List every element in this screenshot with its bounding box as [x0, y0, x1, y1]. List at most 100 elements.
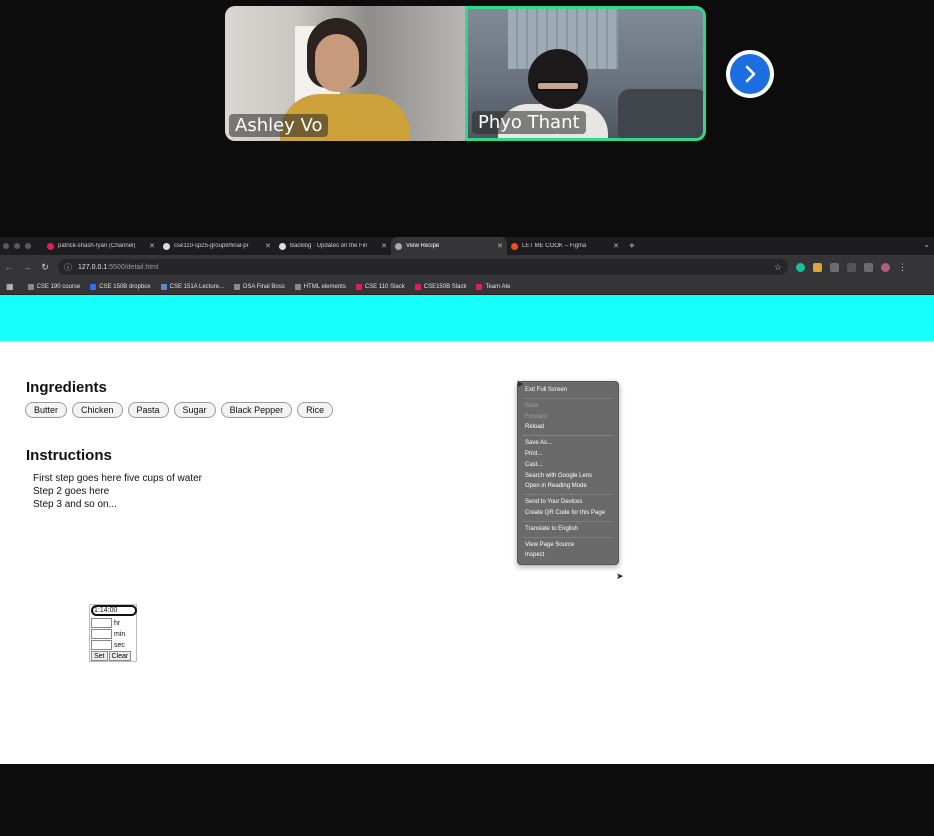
participant-tile-phyo[interactable]: Phyo Thant: [465, 6, 706, 141]
timer-hr-row: hr: [91, 618, 120, 628]
site-info-icon[interactable]: ⓘ: [64, 262, 72, 273]
set-timer-button[interactable]: Set: [91, 651, 108, 661]
menu-search-google-lens[interactable]: Search with Google Lens: [518, 471, 618, 482]
video-couch: [618, 89, 703, 138]
bookmark-item[interactable]: DSA Final Boss: [230, 283, 289, 290]
close-window-dot[interactable]: [3, 243, 9, 249]
ingredient-list: Butter Chicken Pasta Sugar Black Pepper …: [25, 402, 334, 418]
bookmark-item[interactable]: CSE 150B dropbox: [86, 283, 154, 290]
tab-figma[interactable]: LET ME COOK – Figma ✕: [507, 237, 623, 255]
ingredient-chip[interactable]: Sugar: [173, 402, 216, 418]
clear-timer-button[interactable]: Clear: [108, 651, 132, 661]
instructions-heading: Instructions: [26, 447, 112, 464]
bookmark-label: CSE 151A Lecture...: [169, 283, 225, 290]
new-tab-button[interactable]: +: [629, 241, 635, 252]
window-controls: [3, 243, 31, 249]
bookmark-item[interactable]: HTML elements: [291, 283, 350, 290]
bookmark-item[interactable]: Team Ate: [472, 283, 514, 290]
cooking-timer: 1:14:00 hr min sec Set Clear: [89, 604, 137, 662]
ingredient-chip[interactable]: Butter: [25, 402, 68, 418]
back-icon[interactable]: ←: [0, 262, 18, 272]
menu-exit-full-screen[interactable]: Exit Full Screen: [518, 385, 618, 396]
more-menu-icon[interactable]: ⋮: [898, 262, 907, 273]
extension-icons: ⋮: [796, 262, 907, 273]
instruction-steps: First step goes here five cups of water …: [33, 472, 202, 511]
bookmark-item[interactable]: CSE 151A Lecture...: [157, 283, 228, 290]
tab-label: LET ME COOK – Figma: [522, 243, 587, 249]
reload-icon[interactable]: ↻: [36, 262, 54, 273]
menu-reload[interactable]: Reload: [518, 422, 618, 433]
menu-separator: [523, 397, 613, 399]
bookmark-label: CSE 150B dropbox: [99, 283, 151, 290]
tab-label: View Recipe: [406, 243, 440, 249]
bookmark-item[interactable]: CSE150B Slack: [411, 283, 471, 290]
close-tab-icon[interactable]: ✕: [149, 242, 155, 250]
code-icon[interactable]: [847, 262, 856, 272]
tab-search-icon[interactable]: ⌄: [923, 240, 930, 249]
print-icon[interactable]: [864, 262, 873, 272]
ingredient-chip[interactable]: Black Pepper: [220, 402, 293, 418]
ingredient-chip[interactable]: Pasta: [127, 402, 169, 418]
menu-reading-mode[interactable]: Open in Reading Mode: [518, 481, 618, 492]
zoom-window-dot[interactable]: [25, 243, 31, 249]
bookmark-item[interactable]: CSE 110 Slack: [352, 283, 409, 290]
menu-send-to-devices[interactable]: Send to Your Devices: [518, 497, 618, 508]
bookmark-label: CSE150B Slack: [423, 283, 467, 290]
instruction-step: Step 3 and so on...: [33, 499, 117, 510]
chevron-right-icon: [745, 65, 756, 83]
close-tab-icon[interactable]: ✕: [265, 242, 271, 250]
slack-icon: [414, 283, 421, 290]
url-path: :5500/detail.html: [107, 263, 159, 271]
timer-display: 1:14:00: [91, 605, 137, 616]
bookmark-label: CSE 110 Slack: [364, 283, 405, 290]
toolbar: ← → ↻ ⓘ 127.0.0.1:5500/detail.html ☆ ⋮: [0, 255, 934, 279]
close-tab-icon[interactable]: ✕: [613, 242, 619, 250]
bookmark-icon: [160, 283, 167, 290]
minutes-input[interactable]: [91, 629, 112, 639]
url-text: 127.0.0.1:5500/detail.html: [78, 264, 159, 271]
github-icon: [163, 242, 170, 250]
apps-grid-icon[interactable]: ▦: [6, 282, 14, 291]
tab-github-repo[interactable]: cse110-sp25-group8/final-pr ✕: [159, 237, 275, 255]
menu-separator: [523, 435, 613, 437]
github-icon: [279, 242, 286, 250]
ingredients-heading: Ingredients: [26, 379, 107, 396]
bookmark-label: CSE 190 course: [36, 283, 81, 290]
next-participants-button[interactable]: [726, 50, 774, 98]
profile-avatar-icon[interactable]: [881, 262, 890, 272]
tab-view-recipe[interactable]: View Recipe ✕: [391, 237, 507, 255]
grammarly-icon[interactable]: [796, 262, 805, 272]
menu-translate[interactable]: Translate to English: [518, 524, 618, 535]
forward-icon[interactable]: →: [18, 262, 36, 272]
bookmark-item[interactable]: CSE 190 course: [24, 283, 85, 290]
extensions-icon[interactable]: [830, 262, 839, 272]
close-tab-icon[interactable]: ✕: [381, 242, 387, 250]
tab-label: patrick-shash-ryan (Channel): [58, 243, 136, 249]
menu-save-as[interactable]: Save As...: [518, 438, 618, 449]
hours-input[interactable]: [91, 618, 112, 628]
page-header-bar: [0, 295, 934, 341]
menu-inspect[interactable]: Inspect: [518, 550, 618, 561]
seconds-input[interactable]: [91, 640, 112, 650]
tab-github-backlog[interactable]: Backlog · Updates on the Fin ✕: [275, 237, 391, 255]
bookmark-star-icon[interactable]: ☆: [774, 262, 782, 273]
close-tab-icon[interactable]: ✕: [497, 242, 503, 250]
context-menu: Exit Full Screen Back Forward Reload Sav…: [517, 381, 619, 565]
bookmark-label: HTML elements: [303, 283, 346, 290]
tab-bar: patrick-shash-ryan (Channel) ✕ cse110-sp…: [0, 237, 934, 255]
ingredient-chip[interactable]: Rice: [297, 402, 334, 418]
tab-label: cse110-sp25-group8/final-pr: [174, 243, 249, 249]
instruction-step: First step goes here five cups of water: [33, 473, 202, 484]
participant-tile-ashley[interactable]: Ashley Vo: [225, 6, 465, 141]
ingredient-chip[interactable]: Chicken: [72, 402, 123, 418]
menu-view-page-source[interactable]: View Page Source: [518, 540, 618, 551]
minimize-window-dot[interactable]: [14, 243, 20, 249]
menu-cast[interactable]: Cast...: [518, 460, 618, 471]
bookmark-icon: [27, 283, 34, 290]
menu-create-qr-code[interactable]: Create QR Code for this Page: [518, 508, 618, 519]
slack-icon: [47, 242, 54, 250]
menu-print[interactable]: Print...: [518, 449, 618, 460]
pencil-icon[interactable]: [813, 262, 822, 272]
tab-slack[interactable]: patrick-shash-ryan (Channel) ✕: [43, 237, 159, 255]
address-bar[interactable]: ⓘ 127.0.0.1:5500/detail.html ☆: [58, 259, 788, 275]
